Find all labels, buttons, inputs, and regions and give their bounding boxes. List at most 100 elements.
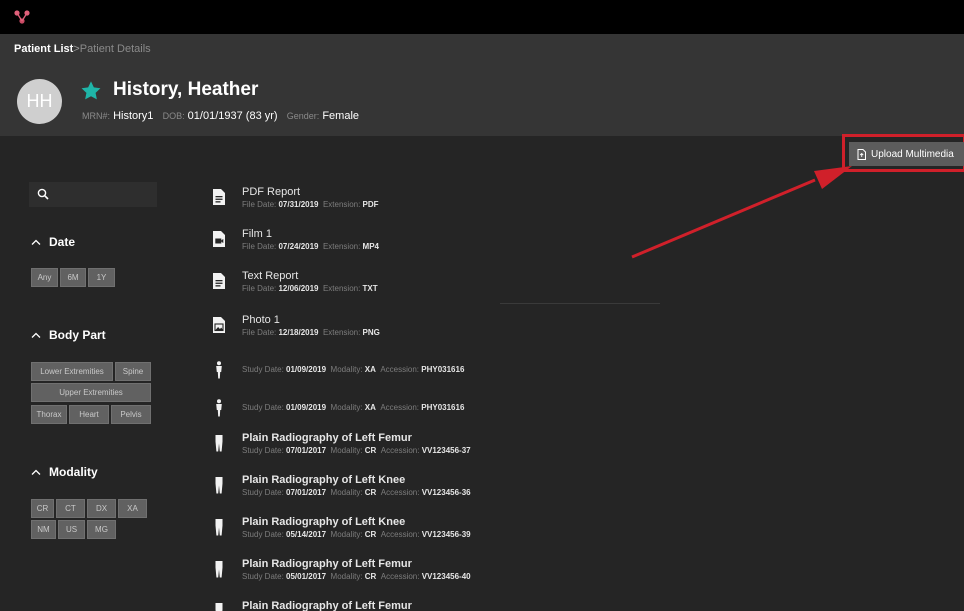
record-field-value: 05/01/2017 — [286, 572, 327, 581]
search-box[interactable] — [29, 182, 157, 207]
record-field-value: 12/18/2019 — [278, 328, 319, 337]
record-field-label: Accession: — [380, 488, 422, 497]
record-title[interactable]: Film 1 — [242, 228, 272, 240]
record-field-value: TXT — [362, 284, 378, 293]
record-field-value: PNG — [362, 328, 380, 337]
record-field-label: Modality: — [330, 488, 365, 497]
breadcrumb-patient-list[interactable]: Patient List — [14, 43, 73, 55]
record-field-value: VV123456-37 — [421, 446, 471, 455]
record-details: Study Date: 05/14/2017 Modality: CR Acce… — [242, 530, 471, 539]
document-icon — [212, 272, 226, 290]
record-field-label: Study Date: — [242, 446, 287, 455]
record-field-label: File Date: — [242, 200, 279, 209]
film-file-icon — [212, 230, 226, 248]
record-field-label: Modality: — [330, 446, 365, 455]
record-details: Study Date: 05/01/2017 Modality: CR Acce… — [242, 572, 471, 581]
mrn-value: History1 — [113, 110, 154, 122]
record-field-label: Study Date: — [242, 488, 287, 497]
person-icon — [212, 361, 226, 379]
date-filter-title: Date — [49, 235, 76, 249]
leg-icon — [212, 434, 226, 452]
date-chip-6m[interactable]: 6M — [60, 268, 86, 287]
patient-name: History, Heather — [113, 79, 259, 100]
search-input[interactable] — [53, 184, 153, 205]
mrn-label: MRN#: — [82, 111, 111, 121]
record-field-label: Accession: — [380, 530, 422, 539]
body-part-filter-toggle[interactable]: Body Part — [31, 328, 106, 342]
modality-chip-ct[interactable]: CT — [56, 499, 85, 518]
record-field-value: PHY031616 — [421, 365, 465, 374]
date-chip-any[interactable]: Any — [31, 268, 58, 287]
record-title[interactable]: Plain Radiography of Left Femur — [242, 600, 412, 611]
record-title[interactable]: Plain Radiography of Left Knee — [242, 474, 405, 486]
upload-multimedia-button[interactable]: Upload Multimedia — [849, 142, 964, 166]
body-chip-upper-extremities[interactable]: Upper Extremities — [31, 383, 151, 402]
record-title[interactable]: Text Report — [242, 270, 298, 282]
document-icon — [212, 188, 226, 206]
record-title[interactable]: Photo 1 — [242, 314, 280, 326]
record-field-value: VV123456-39 — [421, 530, 471, 539]
record-title[interactable]: Plain Radiography of Left Femur — [242, 558, 412, 570]
upload-file-icon — [857, 148, 866, 160]
record-field-value: CR — [364, 530, 377, 539]
breadcrumb: Patient List>Patient Details — [14, 43, 151, 55]
modality-chip-nm[interactable]: NM — [31, 520, 56, 539]
modality-chip-us[interactable]: US — [58, 520, 85, 539]
leg-icon — [212, 560, 226, 578]
app-logo-icon[interactable] — [14, 10, 30, 24]
person-icon — [212, 399, 226, 417]
record-field-label: Study Date: — [242, 365, 287, 374]
record-title[interactable]: Plain Radiography of Left Knee — [242, 516, 405, 528]
breadcrumb-current: Patient Details — [79, 43, 151, 55]
record-field-value: CR — [364, 446, 377, 455]
record-details: File Date: 07/31/2019 Extension: PDF — [242, 200, 379, 209]
record-field-value: 07/01/2017 — [286, 488, 327, 497]
date-filter-toggle[interactable]: Date — [31, 235, 75, 249]
upload-multimedia-label: Upload Multimedia — [871, 148, 954, 160]
date-chip-1y[interactable]: 1Y — [88, 268, 115, 287]
record-field-label: File Date: — [242, 242, 279, 251]
record-field-value: XA — [364, 403, 376, 412]
body-chip-heart[interactable]: Heart — [69, 405, 109, 424]
gender-label: Gender: — [286, 111, 320, 121]
record-field-value: 01/09/2019 — [286, 365, 327, 374]
patient-header: Patient List>Patient Details HH History,… — [0, 34, 964, 136]
record-field-value: 01/09/2019 — [286, 403, 327, 412]
record-field-label: Accession: — [380, 572, 422, 581]
record-field-value: MP4 — [362, 242, 379, 251]
record-details: File Date: 12/18/2019 Extension: PNG — [242, 328, 380, 337]
favorite-star-icon[interactable] — [80, 80, 102, 102]
record-field-label: File Date: — [242, 328, 279, 337]
record-title[interactable]: Plain Radiography of Left Femur — [242, 432, 412, 444]
record-field-label: Study Date: — [242, 572, 287, 581]
record-field-label: Modality: — [330, 530, 365, 539]
leg-icon — [212, 602, 226, 611]
modality-chip-xa[interactable]: XA — [118, 499, 147, 518]
body-part-filter-title: Body Part — [49, 328, 106, 342]
image-file-icon — [212, 316, 226, 334]
search-icon — [37, 188, 49, 200]
record-field-value: XA — [364, 365, 376, 374]
record-details: Study Date: 07/01/2017 Modality: CR Acce… — [242, 488, 471, 497]
record-field-label: Modality: — [330, 365, 365, 374]
chevron-up-icon — [31, 332, 41, 338]
modality-chip-mg[interactable]: MG — [87, 520, 116, 539]
record-field-label: Accession: — [380, 403, 422, 412]
record-details: Study Date: 01/09/2019 Modality: XA Acce… — [242, 365, 464, 374]
record-field-value: PHY031616 — [421, 403, 465, 412]
record-field-label: File Date: — [242, 284, 279, 293]
modality-chip-dx[interactable]: DX — [87, 499, 116, 518]
record-field-value: PDF — [362, 200, 379, 209]
modality-filter-toggle[interactable]: Modality — [31, 465, 98, 479]
row-divider — [500, 303, 660, 304]
record-title[interactable]: PDF Report — [242, 186, 300, 198]
annotation-highlight-box: Upload Multimedia — [842, 134, 964, 172]
body-chip-spine[interactable]: Spine — [115, 362, 151, 381]
record-field-label: Extension: — [322, 328, 363, 337]
record-details: File Date: 07/24/2019 Extension: MP4 — [242, 242, 379, 251]
modality-chip-cr[interactable]: CR — [31, 499, 54, 518]
body-chip-thorax[interactable]: Thorax — [31, 405, 67, 424]
leg-icon — [212, 518, 226, 536]
body-chip-lower-extremities[interactable]: Lower Extremities — [31, 362, 113, 381]
body-chip-pelvis[interactable]: Pelvis — [111, 405, 151, 424]
